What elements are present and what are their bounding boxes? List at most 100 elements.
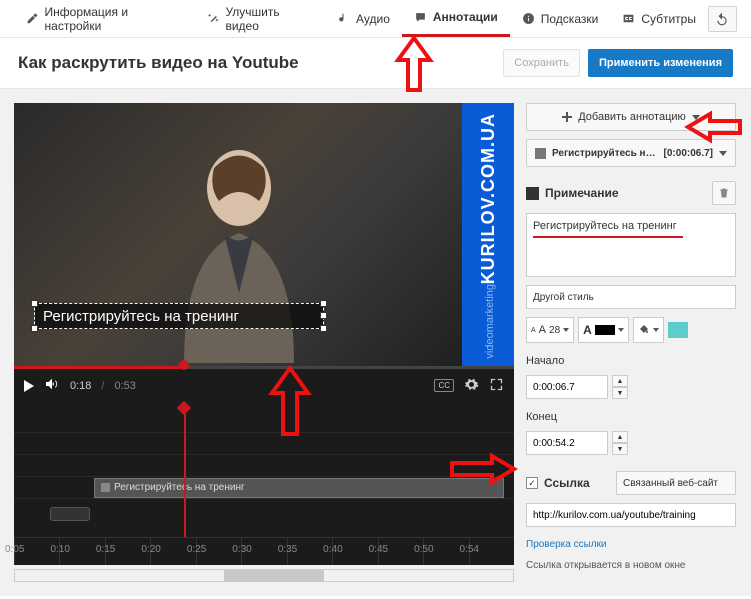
info-icon [522,12,535,25]
tick-label: 0:35 [278,544,297,555]
player-controls: 0:18 / 0:53 CC [14,369,514,403]
annotation-item-text: Регистрируйтесь на трен... [552,148,658,159]
tab-label: Аннотации [433,10,498,24]
check-link[interactable]: Проверка ссылки [526,539,736,550]
progress-handle[interactable] [179,360,189,370]
tab-subtitles[interactable]: Субтитры [610,0,708,37]
step-down[interactable]: ▼ [612,387,628,399]
start-time-input[interactable] [526,375,608,399]
banner-sub: videomarketing [484,284,496,359]
annotation-text-value: Регистрируйтесь на тренинг [533,220,677,232]
resize-handle[interactable] [320,325,327,332]
scrollbar-thumb[interactable] [224,570,324,582]
note-icon [526,187,539,200]
cc-icon [622,12,635,25]
start-time-row: ▲ ▼ [526,375,736,399]
video-preview[interactable]: KURILOV.COM.UA videomarketing Регистриру… [14,103,514,369]
resize-handle[interactable] [31,325,38,332]
delete-button[interactable] [712,181,736,205]
end-time-row: ▲ ▼ [526,431,736,455]
tick-label: 0:45 [369,544,388,555]
resize-handle[interactable] [31,300,38,307]
font-color-tool[interactable]: A [578,317,629,343]
save-button[interactable]: Сохранить [503,49,580,77]
timeline-row: Регистрируйтесь на тренинг [14,477,514,499]
style-value: Другой стиль [533,292,594,303]
resize-handle[interactable] [320,312,327,319]
caret-down-icon [563,328,569,332]
annotation-panel: Добавить аннотацию Регистрируйтесь на тр… [526,103,736,582]
timeline-row [14,433,514,455]
speech-icon [414,11,427,24]
link-type-select[interactable]: Связанный веб-сайт [616,471,736,495]
playhead[interactable] [184,403,186,537]
revert-button[interactable] [708,6,737,32]
bg-color-tool[interactable] [633,317,664,343]
section-note-header: Примечание [526,181,736,205]
tab-audio[interactable]: Аудио [325,0,402,37]
tab-label: Аудио [356,12,390,26]
timeline[interactable]: Регистрируйтесь на тренинг 0:05 0:10 0:1… [14,403,514,565]
link-type-value: Связанный веб-сайт [623,478,718,489]
tick-label: 0:15 [96,544,115,555]
apply-button[interactable]: Применить изменения [588,49,733,77]
editor-tabs: Информация и настройки Улучшить видео Ау… [0,0,751,38]
video-banner: KURILOV.COM.UA videomarketing [462,103,514,369]
timeline-zoom-slider[interactable] [50,507,90,521]
start-stepper: ▲ ▼ [612,375,628,399]
tick-label: 0:54 [460,544,479,555]
timeline-annotation-label: Регистрируйтесь на тренинг [114,482,245,493]
tick-label: 0:30 [232,544,251,555]
annotation-list-item[interactable]: Регистрируйтесь на трен... [0:00:06.7] [526,139,736,167]
tab-label: Субтитры [641,12,696,26]
link-row: ✓ Ссылка Связанный веб-сайт [526,471,736,495]
fullscreen-button[interactable] [489,377,504,395]
link-label: Ссылка [544,476,590,490]
tick-label: 0:40 [323,544,342,555]
end-time-input[interactable] [526,431,608,455]
wand-icon [207,12,220,25]
progress-track[interactable] [14,366,514,369]
progress-fill [14,366,184,369]
add-annotation-label: Добавить аннотацию [578,111,686,123]
step-down[interactable]: ▼ [612,443,628,455]
note-icon [101,483,110,492]
timeline-ticks: 0:05 0:10 0:15 0:20 0:25 0:30 0:35 0:40 … [14,537,514,565]
title-actions: Сохранить Применить изменения [503,49,733,77]
step-up[interactable]: ▲ [612,375,628,387]
volume-button[interactable] [44,376,60,395]
bucket-icon [638,324,650,336]
timeline-annotation[interactable]: Регистрируйтесь на тренинг [94,478,504,498]
annotation-overlay[interactable]: Регистрируйтесь на тренинг [34,303,324,329]
gear-icon [464,377,479,392]
play-button[interactable] [24,380,34,392]
font-size-tool[interactable]: A A 28 [526,317,574,343]
link-checkbox[interactable]: ✓ [526,477,538,489]
cc-button[interactable]: CC [434,379,454,392]
tab-label: Информация и настройки [45,5,183,33]
title-row: Как раскрутить видео на Youtube Сохранит… [0,38,751,88]
section-note-label: Примечание [545,186,706,200]
note-icon [337,12,350,25]
caret-down-icon [653,328,659,332]
step-up[interactable]: ▲ [612,431,628,443]
time-sep: / [101,380,104,392]
tab-info[interactable]: Информация и настройки [14,0,195,37]
horizontal-scrollbar[interactable] [14,569,514,582]
style-select[interactable]: Другой стиль [526,285,736,309]
banner-main: KURILOV.COM.UA [478,113,499,284]
settings-button[interactable] [464,377,479,395]
annotation-text-input[interactable]: Регистрируйтесь на тренинг [526,213,736,277]
link-url-input[interactable] [526,503,736,527]
start-label: Начало [526,355,736,367]
add-annotation-button[interactable]: Добавить аннотацию [526,103,736,131]
tab-cards[interactable]: Подсказки [510,0,611,37]
timeline-row [14,411,514,433]
caret-down-icon [692,115,700,120]
bg-color-swatch[interactable] [668,322,688,338]
tab-annotations[interactable]: Аннотации [402,0,510,37]
resize-handle[interactable] [320,300,327,307]
small-a-icon: A [531,327,536,334]
annotation-text: Регистрируйтесь на тренинг [43,308,239,325]
tab-enhance[interactable]: Улучшить видео [195,0,325,37]
